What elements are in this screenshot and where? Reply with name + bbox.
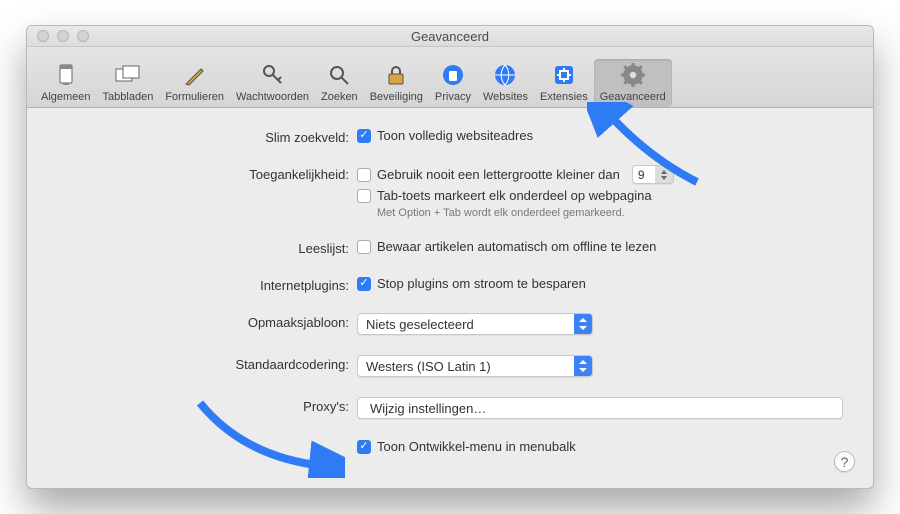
change-proxies-button[interactable]: Wijzig instellingen…: [357, 397, 843, 419]
tab-label: Websites: [483, 91, 528, 103]
stepper-arrows-icon: [655, 166, 673, 183]
tab-advanced[interactable]: Geavanceerd: [594, 59, 672, 107]
tab-general[interactable]: Algemeen: [35, 59, 97, 107]
lock-icon: [382, 61, 410, 89]
font-size-select[interactable]: 9: [632, 165, 674, 184]
tab-label: Zoeken: [321, 91, 358, 103]
tab-label: Tabbladen: [103, 91, 154, 103]
privacy-icon: [439, 61, 467, 89]
window-controls: [27, 30, 89, 42]
tab-label: Privacy: [435, 91, 471, 103]
tab-highlights-option[interactable]: Tab-toets markeert elk onderdeel op webp…: [357, 188, 843, 203]
tab-forms[interactable]: Formulieren: [159, 59, 230, 107]
label-plugins: Internetplugins:: [57, 276, 357, 293]
tab-label: Algemeen: [41, 91, 91, 103]
option-label: Tab-toets markeert elk onderdeel op webp…: [377, 188, 652, 203]
label-stylesheet: Opmaaksjabloon:: [57, 313, 357, 330]
option-label: Stop plugins om stroom te besparen: [377, 276, 586, 291]
tab-passwords[interactable]: Wachtwoorden: [230, 59, 315, 107]
titlebar: Geavanceerd: [27, 26, 873, 47]
gear-icon: [619, 61, 647, 89]
save-offline-option[interactable]: Bewaar artikelen automatisch om offline …: [357, 239, 843, 254]
tab-extensions[interactable]: Extensies: [534, 59, 594, 107]
option-label: Bewaar artikelen automatisch om offline …: [377, 239, 656, 254]
close-icon[interactable]: [37, 30, 49, 42]
develop-menu-option[interactable]: Toon Ontwikkel-menu in menubalk: [357, 439, 843, 454]
button-label: Wijzig instellingen…: [370, 401, 486, 416]
help-icon: ?: [841, 454, 849, 470]
checkbox-icon: [357, 168, 371, 182]
min-font-size-option[interactable]: Gebruik nooit een lettergrootte kleiner …: [357, 165, 843, 184]
stop-plugins-option[interactable]: Stop plugins om stroom te besparen: [357, 276, 843, 291]
checkbox-icon: [357, 440, 371, 454]
tab-label: Wachtwoorden: [236, 91, 309, 103]
tab-websites[interactable]: Websites: [477, 59, 534, 107]
globe-icon: [491, 61, 519, 89]
help-button[interactable]: ?: [834, 451, 855, 472]
label-reading-list: Leeslijst:: [57, 239, 357, 256]
dropdown-arrows-icon: [574, 314, 592, 334]
search-icon: [325, 61, 353, 89]
tab-label: Formulieren: [165, 91, 224, 103]
preferences-content: Slim zoekveld: Toon volledig websiteadre…: [27, 108, 873, 488]
tab-tabs[interactable]: Tabbladen: [97, 59, 160, 107]
key-icon: [259, 61, 287, 89]
tab-label: Beveiliging: [370, 91, 423, 103]
encoding-select[interactable]: Westers (ISO Latin 1): [357, 355, 593, 377]
select-value: 9: [638, 168, 645, 182]
select-value: Niets geselecteerd: [366, 317, 474, 332]
tab-privacy[interactable]: Privacy: [429, 59, 477, 107]
preferences-window: Geavanceerd Algemeen Tabbladen Formulier…: [26, 25, 874, 489]
tab-hint: Met Option + Tab wordt elk onderdeel gem…: [357, 207, 843, 219]
preferences-toolbar: Algemeen Tabbladen Formulieren Wachtwoor…: [27, 47, 873, 108]
checkbox-icon: [357, 240, 371, 254]
checkbox-icon: [357, 189, 371, 203]
minimize-icon[interactable]: [57, 30, 69, 42]
forms-icon: [181, 61, 209, 89]
general-icon: [52, 61, 80, 89]
show-full-url-option[interactable]: Toon volledig websiteadres: [357, 128, 843, 143]
extensions-icon: [550, 61, 578, 89]
window-title: Geavanceerd: [27, 29, 873, 44]
option-label: Toon Ontwikkel-menu in menubalk: [377, 439, 576, 454]
select-value: Westers (ISO Latin 1): [366, 359, 491, 374]
tab-search[interactable]: Zoeken: [315, 59, 364, 107]
tab-label: Geavanceerd: [600, 91, 666, 103]
tab-label: Extensies: [540, 91, 588, 103]
option-label: Toon volledig websiteadres: [377, 128, 533, 143]
label-smart-search: Slim zoekveld:: [57, 128, 357, 145]
zoom-icon[interactable]: [77, 30, 89, 42]
dropdown-arrows-icon: [574, 356, 592, 376]
tab-security[interactable]: Beveiliging: [364, 59, 429, 107]
label-encoding: Standaardcodering:: [57, 355, 357, 372]
tabs-icon: [114, 61, 142, 89]
label-accessibility: Toegankelijkheid:: [57, 165, 357, 182]
option-label: Gebruik nooit een lettergrootte kleiner …: [377, 167, 620, 182]
checkbox-icon: [357, 277, 371, 291]
checkbox-icon: [357, 129, 371, 143]
stylesheet-select[interactable]: Niets geselecteerd: [357, 313, 593, 335]
label-proxies: Proxy's:: [57, 397, 357, 414]
